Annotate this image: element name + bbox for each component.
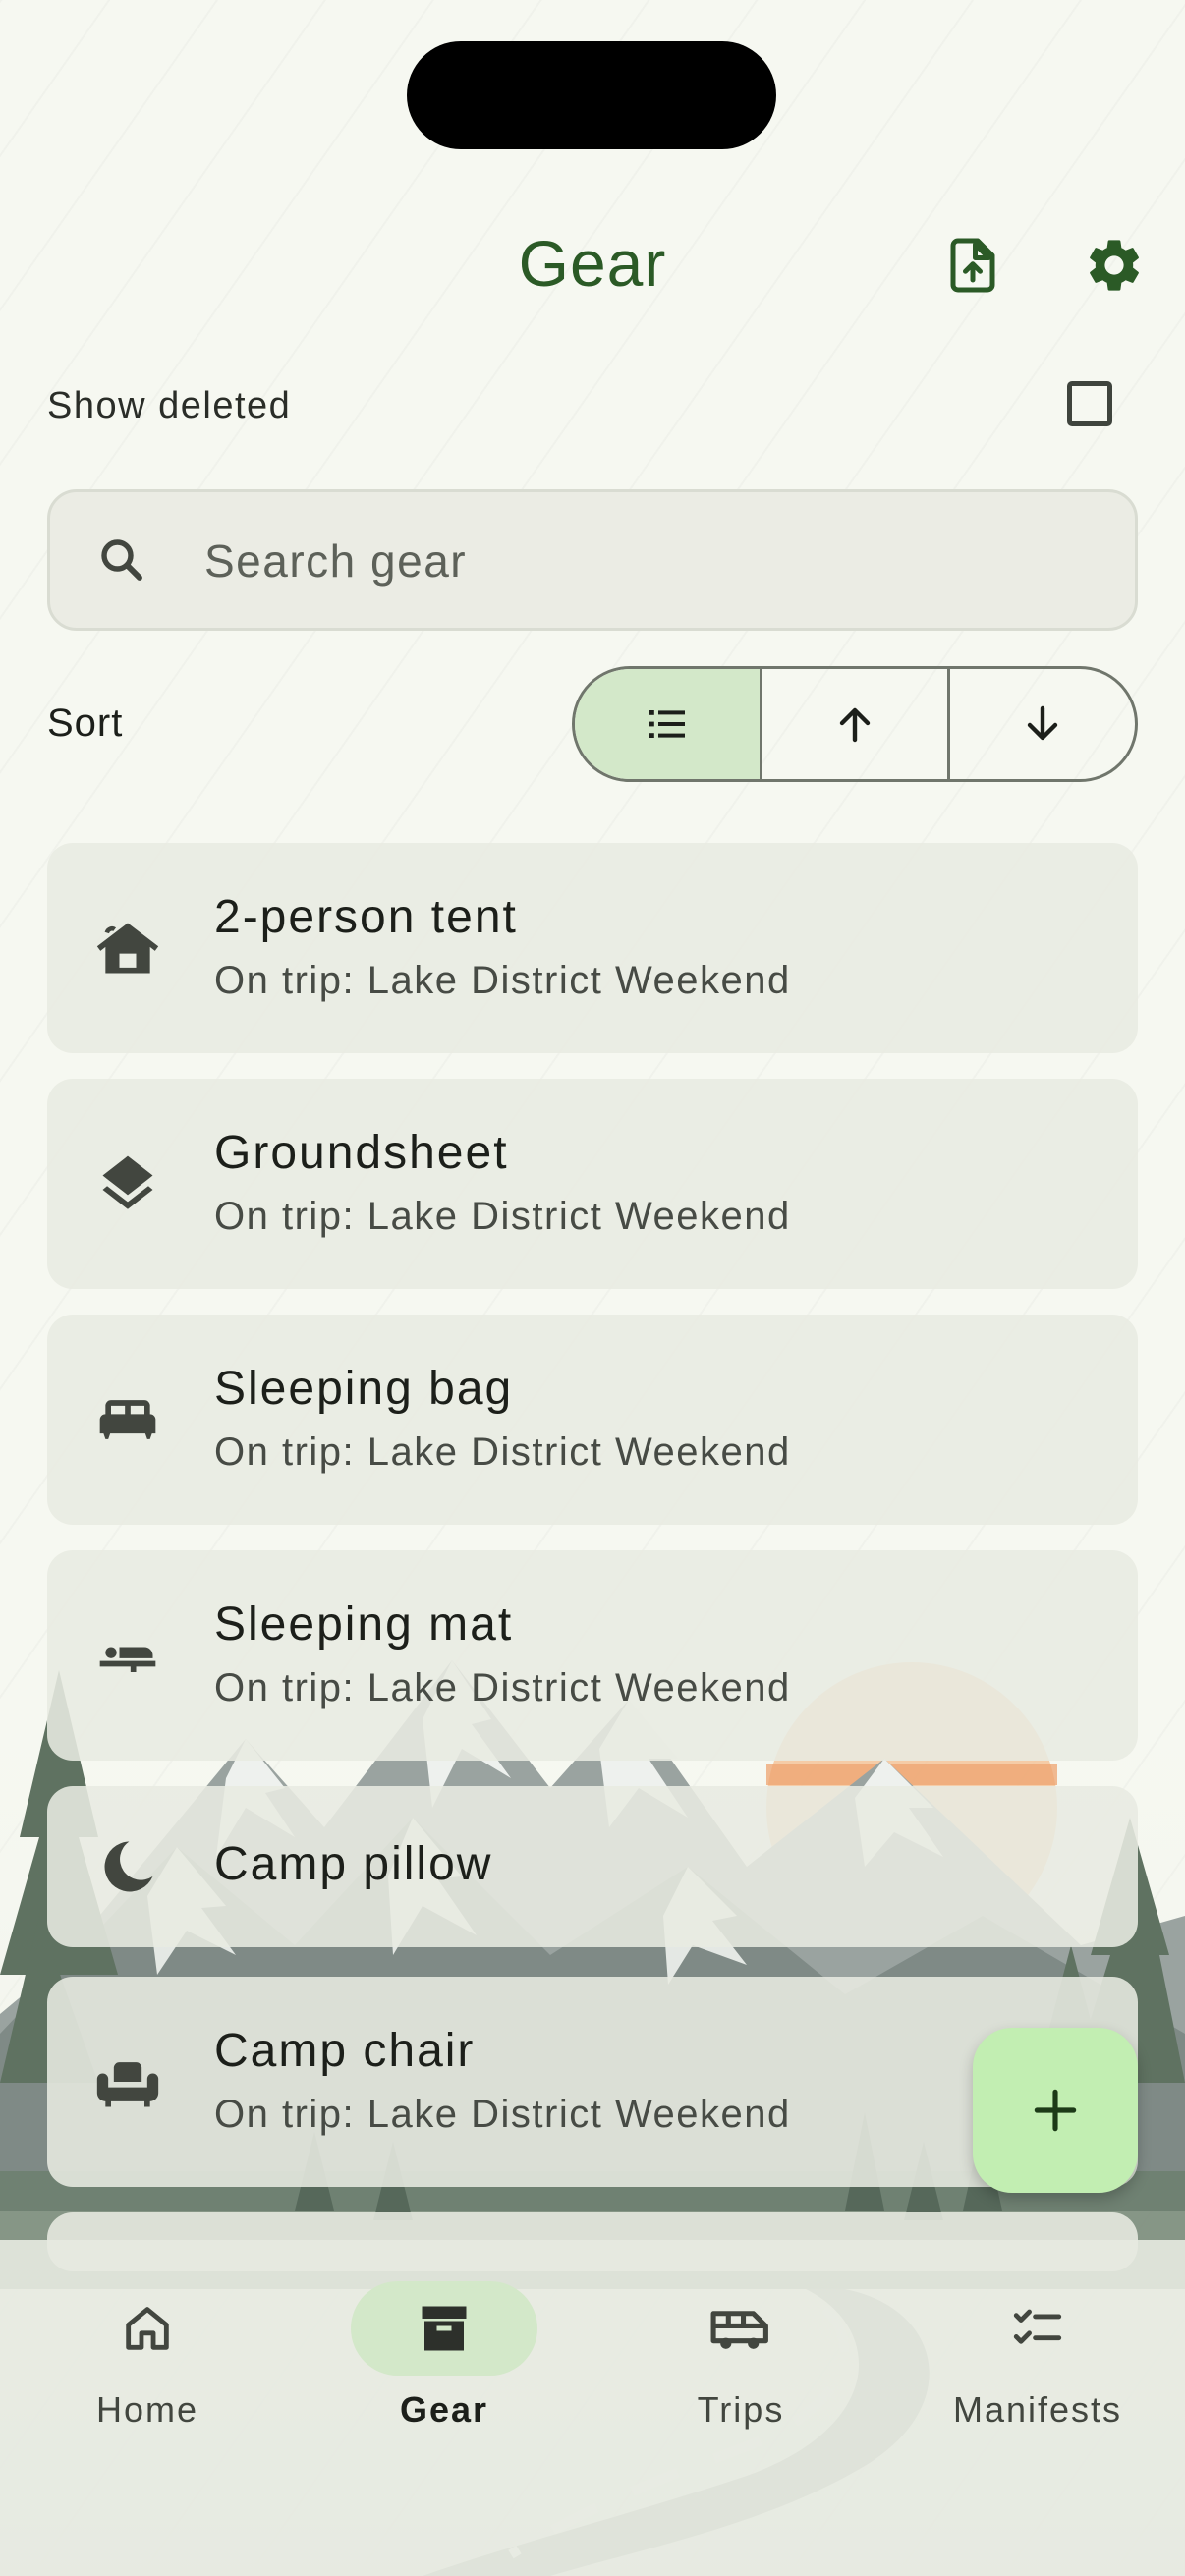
arrow-down-icon — [1027, 705, 1058, 741]
show-deleted-checkbox[interactable] — [1067, 381, 1112, 426]
nav-indicator — [648, 2281, 834, 2376]
inventory-box-icon — [422, 2306, 467, 2351]
nav-label: Home — [95, 2389, 199, 2430]
bed-icon — [94, 1386, 161, 1453]
export-button[interactable] — [933, 226, 1012, 305]
add-gear-button[interactable] — [973, 2028, 1138, 2193]
nav-label: Gear — [399, 2389, 489, 2430]
hotel-icon — [94, 1622, 161, 1689]
file-upload-icon — [950, 238, 995, 293]
gear-item-name: Camp pillow — [214, 1838, 493, 1890]
nav-item-gear[interactable]: Gear — [326, 2281, 562, 2430]
plus-icon — [1034, 2089, 1077, 2132]
gear-item-subtitle: On trip: Lake District Weekend — [214, 959, 791, 1002]
sort-toggle-group — [572, 666, 1138, 782]
sort-default-button[interactable] — [575, 669, 762, 779]
nav-indicator — [944, 2281, 1131, 2376]
arrow-up-icon — [839, 707, 871, 743]
van-icon — [710, 2311, 768, 2349]
gear-item-subtitle: On trip: Lake District Weekend — [214, 1195, 791, 1238]
gear-item-name: Camp chair — [214, 2025, 476, 2077]
gear-item-name: Groundsheet — [214, 1127, 509, 1179]
gear-item[interactable]: Sleeping bag On trip: Lake District Week… — [47, 1315, 1138, 1525]
camera-notch — [407, 41, 776, 149]
app-header: Gear — [0, 206, 1185, 324]
nav-item-manifests[interactable]: Manifests — [920, 2281, 1156, 2430]
nav-label: Manifests — [952, 2389, 1123, 2430]
nav-indicator — [54, 2281, 241, 2376]
bottom-navigation: Home Gear Trips Manifests — [0, 2240, 1185, 2576]
layers-icon — [94, 1150, 161, 1217]
search-bar[interactable] — [47, 489, 1138, 631]
chair-icon — [94, 2048, 161, 2115]
gear-item[interactable]: 2-person tent On trip: Lake District Wee… — [47, 843, 1138, 1053]
gear-item[interactable]: Groundsheet On trip: Lake District Weeke… — [47, 1079, 1138, 1289]
search-input[interactable] — [202, 516, 1091, 606]
show-deleted-label: Show deleted — [47, 385, 292, 426]
search-icon — [101, 539, 142, 581]
moon-icon — [94, 1833, 161, 1900]
sort-descending-button[interactable] — [950, 669, 1135, 779]
list-icon — [649, 710, 685, 738]
nav-indicator — [351, 2281, 537, 2376]
gear-item[interactable]: Sleeping mat On trip: Lake District Week… — [47, 1550, 1138, 1761]
show-deleted-row: Show deleted — [47, 375, 1138, 454]
settings-button[interactable] — [1075, 226, 1154, 305]
gear-item-name: Sleeping mat — [214, 1598, 514, 1651]
nav-item-trips[interactable]: Trips — [623, 2281, 859, 2430]
gear-item-subtitle: On trip: Lake District Weekend — [214, 2093, 791, 2136]
home-icon — [126, 2307, 169, 2350]
sort-ascending-button[interactable] — [762, 669, 950, 779]
gear-item-subtitle: On trip: Lake District Weekend — [214, 1666, 791, 1709]
nav-label: Trips — [697, 2389, 785, 2430]
gear-item-name: Sleeping bag — [214, 1363, 514, 1415]
cabin-icon — [94, 915, 161, 981]
gear-icon — [1090, 240, 1139, 291]
gear-item[interactable]: Camp pillow — [47, 1786, 1138, 1947]
checklist-icon — [1013, 2309, 1062, 2344]
gear-item-name: 2-person tent — [214, 891, 518, 943]
sort-label: Sort — [47, 701, 124, 745]
nav-item-home[interactable]: Home — [29, 2281, 265, 2430]
gear-item-subtitle: On trip: Lake District Weekend — [214, 1430, 791, 1474]
